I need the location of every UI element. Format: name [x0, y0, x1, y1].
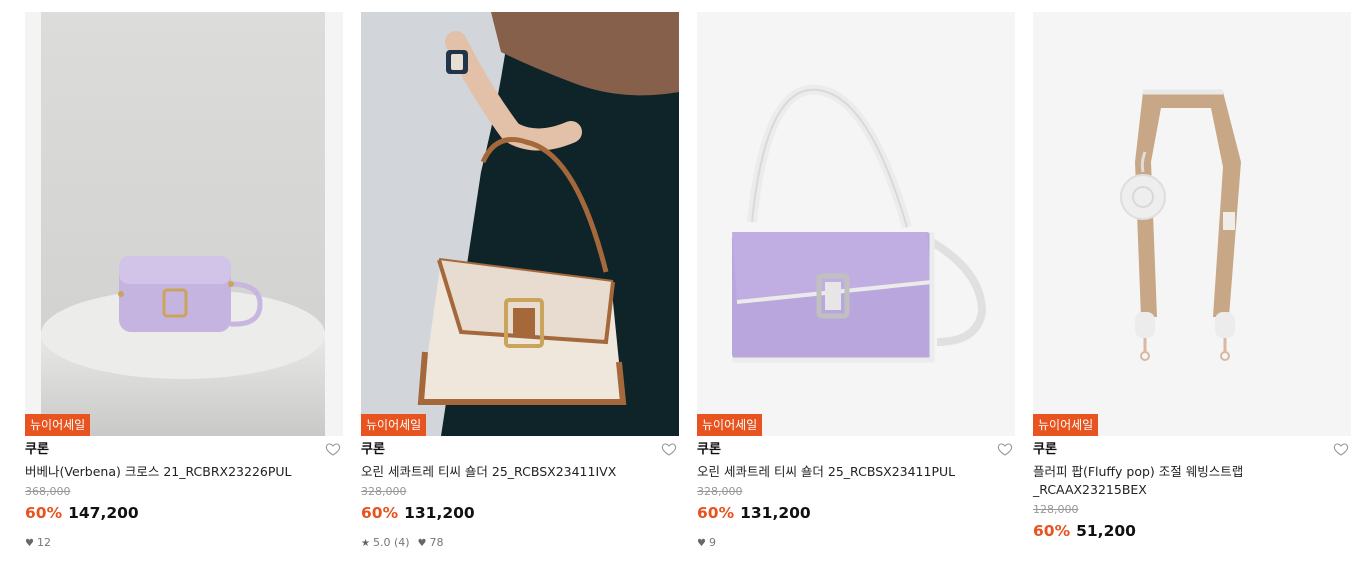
product-name-line2: _RCAAX23215BEX — [1033, 482, 1147, 497]
product-photo-model-shoulderbag — [361, 12, 679, 436]
product-info: 쿠론 플러피 팝(Fluffy pop) 조절 웨빙스트랩 _RCAAX2321… — [1033, 436, 1351, 542]
heart-outline-icon[interactable] — [661, 441, 677, 457]
product-photo-lavender-shoulderbag — [697, 12, 1015, 436]
heart-filled-icon: ♥ — [697, 537, 706, 549]
sale-price: 147,200 — [68, 504, 139, 522]
heart-filled-icon: ♥ — [417, 537, 427, 549]
discount-rate: 60% — [1033, 522, 1071, 540]
product-card[interactable]: 뉴이어세일 쿠론 플러피 팝(Fluffy pop) 조절 웨빙스트랩 _RCA… — [1033, 12, 1351, 550]
rating: ★ 5.0 (4) — [361, 535, 410, 549]
product-image[interactable]: 뉴이어세일 — [697, 12, 1015, 436]
product-name[interactable]: 버베나(Verbena) 크로스 21_RCBRX23226PUL — [25, 463, 343, 481]
likes: ♥ 78 — [417, 535, 444, 549]
sale-badge: 뉴이어세일 — [1033, 414, 1099, 436]
product-image[interactable]: 뉴이어세일 — [25, 12, 343, 436]
sale-price: 131,200 — [404, 504, 475, 522]
brand-name: 쿠론 — [1033, 442, 1057, 457]
product-stats: ★ 5.0 (4) ♥ 78 — [361, 536, 679, 550]
product-card[interactable]: 뉴이어세일 쿠론 오린 세콰트레 티씨 숄더 25_RCBSX23411IVX … — [361, 12, 679, 550]
product-card[interactable]: 뉴이어세일 쿠론 버베나(Verbena) 크로스 21_RCBRX23226P… — [25, 12, 343, 550]
product-grid: 뉴이어세일 쿠론 버베나(Verbena) 크로스 21_RCBRX23226P… — [25, 12, 1351, 550]
original-price: 368,000 — [25, 485, 71, 498]
price-row: 60% 147,200 — [25, 502, 343, 524]
product-card[interactable]: 뉴이어세일 쿠론 오린 세콰트레 티씨 숄더 25_RCBSX23411PUL … — [697, 12, 1015, 550]
sale-badge: 뉴이어세일 — [25, 414, 91, 436]
product-stats: ♥ 9 — [697, 536, 1015, 550]
heart-outline-icon[interactable] — [1333, 441, 1349, 457]
product-info: 쿠론 버베나(Verbena) 크로스 21_RCBRX23226PUL 368… — [25, 436, 343, 550]
product-name[interactable]: 오린 세콰트레 티씨 숄더 25_RCBSX23411PUL — [697, 463, 1015, 481]
heart-outline-icon[interactable] — [997, 441, 1013, 457]
original-price: 328,000 — [361, 485, 407, 498]
original-price: 128,000 — [1033, 503, 1079, 516]
star-icon: ★ — [361, 537, 370, 549]
product-name[interactable]: 플러피 팝(Fluffy pop) 조절 웨빙스트랩 _RCAAX23215BE… — [1033, 463, 1351, 499]
discount-rate: 60% — [25, 504, 63, 522]
discount-rate: 60% — [361, 504, 399, 522]
price-row: 60% 131,200 — [361, 502, 679, 524]
product-name-line1: 플러피 팝(Fluffy pop) 조절 웨빙스트랩 — [1033, 464, 1244, 479]
brand-name: 쿠론 — [25, 442, 49, 457]
sale-price: 51,200 — [1076, 522, 1136, 540]
original-price: 328,000 — [697, 485, 743, 498]
product-photo-webbing-strap — [1033, 12, 1351, 436]
brand-name: 쿠론 — [697, 442, 721, 457]
product-name[interactable]: 오린 세콰트레 티씨 숄더 25_RCBSX23411IVX — [361, 463, 679, 481]
product-info: 쿠론 오린 세콰트레 티씨 숄더 25_RCBSX23411PUL 328,00… — [697, 436, 1015, 550]
likes: ♥ 12 — [25, 535, 51, 549]
sale-badge: 뉴이어세일 — [697, 414, 763, 436]
brand-name: 쿠론 — [361, 442, 385, 457]
sale-price: 131,200 — [740, 504, 811, 522]
likes: ♥ 9 — [697, 535, 716, 549]
heart-outline-icon[interactable] — [325, 441, 341, 457]
discount-rate: 60% — [697, 504, 735, 522]
price-row: 60% 51,200 — [1033, 520, 1351, 542]
product-info: 쿠론 오린 세콰트레 티씨 숄더 25_RCBSX23411IVX 328,00… — [361, 436, 679, 550]
product-image[interactable]: 뉴이어세일 — [1033, 12, 1351, 436]
product-stats: ♥ 12 — [25, 536, 343, 550]
heart-filled-icon: ♥ — [25, 537, 34, 549]
price-row: 60% 131,200 — [697, 502, 1015, 524]
product-photo-lavender-crossbag — [25, 12, 343, 436]
product-image[interactable]: 뉴이어세일 — [361, 12, 679, 436]
sale-badge: 뉴이어세일 — [361, 414, 427, 436]
